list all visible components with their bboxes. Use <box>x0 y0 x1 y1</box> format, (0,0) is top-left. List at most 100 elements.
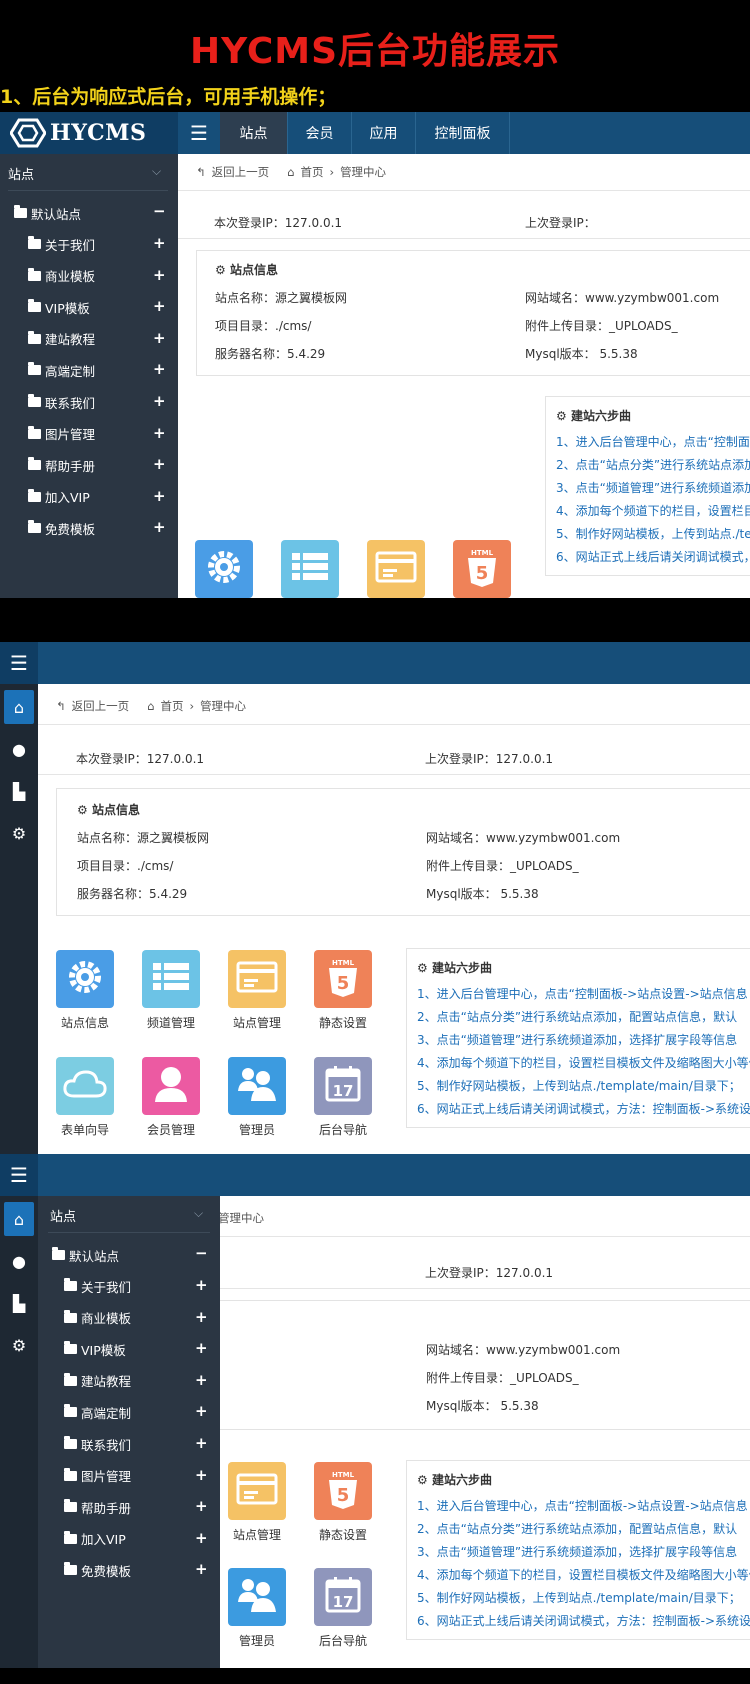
sidebar-root-default-site[interactable]: 默认站点 <box>52 1240 119 1270</box>
menu-toggle-icon[interactable]: ☰ <box>0 642 38 684</box>
sidebar-header[interactable]: 站点 <box>8 164 34 183</box>
back-link[interactable]: 返回上一页 <box>212 164 270 180</box>
puzzle-icon[interactable]: ▙ <box>0 774 38 808</box>
sidebar-header[interactable]: 站点 <box>50 1206 76 1225</box>
sidebar-item[interactable]: VIP模板 <box>28 292 90 322</box>
sidebar-item[interactable]: 图片管理 <box>64 1461 131 1491</box>
card-tile[interactable] <box>228 1462 286 1520</box>
tile-label[interactable]: 站点管理 <box>217 1526 297 1543</box>
list-tile[interactable] <box>142 950 200 1008</box>
tile-label[interactable]: 管理员 <box>217 1121 297 1138</box>
expand-plus-icon[interactable]: + <box>195 1371 208 1389</box>
sidebar-item[interactable]: 联系我们 <box>64 1429 131 1459</box>
users-tile[interactable] <box>228 1568 286 1626</box>
tile-label[interactable]: 后台导航 <box>303 1632 383 1649</box>
site-name: 站点名称：源之翼模板网 <box>77 831 210 845</box>
expand-plus-icon[interactable]: + <box>153 487 166 505</box>
screenshot-desktop: HYCMS ☰ 站点 会员 应用 控制面板 站点 ⌵ 默认站点 − 关于我们 + 商… <box>0 112 750 598</box>
tile-label[interactable]: 表单向导 <box>45 1121 125 1138</box>
calendar-tile[interactable]: 17 <box>314 1568 372 1626</box>
expand-plus-icon[interactable]: + <box>195 1466 208 1484</box>
back-link[interactable]: 返回上一页 <box>72 698 130 714</box>
sidebar-item[interactable]: 联系我们 <box>28 387 95 417</box>
tab-site[interactable]: 站点 <box>220 112 288 154</box>
expand-plus-icon[interactable]: + <box>195 1308 208 1326</box>
user-icon[interactable]: ● <box>0 732 38 766</box>
tab-apps[interactable]: 应用 <box>352 112 416 154</box>
expand-plus-icon[interactable]: + <box>195 1560 208 1578</box>
sidebar-item[interactable]: 商业模板 <box>28 261 95 291</box>
tile-label[interactable]: 站点信息 <box>45 1014 125 1031</box>
users-tile[interactable] <box>228 1057 286 1115</box>
gear-icon[interactable]: ⚙ <box>0 1328 38 1362</box>
sidebar-item[interactable]: 关于我们 <box>64 1271 131 1301</box>
user-icon[interactable]: ● <box>0 1244 38 1278</box>
sidebar-item[interactable]: 图片管理 <box>28 419 95 449</box>
home-icon[interactable]: ⌂ <box>4 1202 34 1236</box>
sidebar-item[interactable]: 免费模板 <box>28 513 95 543</box>
list-tile[interactable] <box>281 540 339 598</box>
html5-tile[interactable]: HTML 5 <box>314 950 372 1008</box>
card-tile[interactable] <box>367 540 425 598</box>
chevron-down-icon[interactable]: ⌵ <box>152 164 161 179</box>
chevron-down-icon[interactable]: ⌵ <box>194 1206 203 1221</box>
tile-label[interactable]: 静态设置 <box>303 1526 383 1543</box>
sidebar-item[interactable]: 建站教程 <box>28 324 95 354</box>
home-link[interactable]: 首页 <box>160 698 183 714</box>
tile-label[interactable]: 后台导航 <box>303 1121 383 1138</box>
gear-tile[interactable] <box>195 540 253 598</box>
expand-plus-icon[interactable]: + <box>195 1402 208 1420</box>
sidebar-item[interactable]: 关于我们 <box>28 229 95 259</box>
tile-label[interactable]: 频道管理 <box>131 1014 211 1031</box>
user-tile[interactable] <box>142 1057 200 1115</box>
expand-plus-icon[interactable]: + <box>153 297 166 315</box>
expand-plus-icon[interactable]: + <box>195 1434 208 1452</box>
home-link[interactable]: 首页 <box>300 164 323 180</box>
tab-member[interactable]: 会员 <box>288 112 352 154</box>
sidebar-item[interactable]: VIP模板 <box>64 1334 126 1364</box>
tile-label[interactable]: 站点管理 <box>217 1014 297 1031</box>
sidebar-item[interactable]: 加入VIP <box>64 1524 126 1554</box>
sidebar-item[interactable]: 加入VIP <box>28 482 90 512</box>
collapse-icon[interactable]: − <box>195 1244 208 1262</box>
expand-plus-icon[interactable]: + <box>195 1276 208 1294</box>
gear-icon[interactable]: ⚙ <box>0 816 38 850</box>
tile-label[interactable]: 管理员 <box>217 1632 297 1649</box>
folder-icon <box>52 1247 65 1260</box>
project-dir: 项目目录：./cms/ <box>215 319 312 333</box>
expand-plus-icon[interactable]: + <box>153 424 166 442</box>
sidebar-item[interactable]: 高端定制 <box>28 355 95 385</box>
sidebar-item[interactable]: 商业模板 <box>64 1303 131 1333</box>
menu-toggle-icon[interactable]: ☰ <box>0 1154 38 1196</box>
calendar-tile[interactable]: 17 <box>314 1057 372 1115</box>
expand-plus-icon[interactable]: + <box>195 1497 208 1515</box>
expand-plus-icon[interactable]: + <box>153 392 166 410</box>
html5-tile[interactable]: HTML 5 <box>314 1462 372 1520</box>
expand-plus-icon[interactable]: + <box>195 1529 208 1547</box>
tab-control-panel[interactable]: 控制面板 <box>416 112 510 154</box>
sidebar-root-default-site[interactable]: 默认站点 <box>14 198 81 228</box>
collapse-icon[interactable]: − <box>153 202 166 220</box>
tile-label[interactable]: 会员管理 <box>131 1121 211 1138</box>
sidebar-item[interactable]: 建站教程 <box>64 1366 131 1396</box>
sidebar-item[interactable]: 帮助手册 <box>28 450 95 480</box>
sidebar-item[interactable]: 免费模板 <box>64 1555 131 1585</box>
expand-plus-icon[interactable]: + <box>153 455 166 473</box>
gear-tile[interactable] <box>56 950 114 1008</box>
card-tile[interactable] <box>228 950 286 1008</box>
home-icon[interactable]: ⌂ <box>4 690 34 724</box>
expand-plus-icon[interactable]: + <box>153 266 166 284</box>
tile-label[interactable]: 静态设置 <box>303 1014 383 1031</box>
cloud-tile[interactable] <box>56 1057 114 1115</box>
sidebar-item[interactable]: 帮助手册 <box>64 1492 131 1522</box>
expand-plus-icon[interactable]: + <box>153 234 166 252</box>
expand-plus-icon[interactable]: + <box>153 360 166 378</box>
html5-tile[interactable]: HTML 5 <box>453 540 511 598</box>
menu-toggle-icon[interactable]: ☰ <box>178 112 220 154</box>
expand-plus-icon[interactable]: + <box>153 329 166 347</box>
puzzle-icon[interactable]: ▙ <box>0 1286 38 1320</box>
logo[interactable]: HYCMS <box>0 112 178 154</box>
expand-plus-icon[interactable]: + <box>195 1339 208 1357</box>
sidebar-item[interactable]: 高端定制 <box>64 1397 131 1427</box>
expand-plus-icon[interactable]: + <box>153 518 166 536</box>
